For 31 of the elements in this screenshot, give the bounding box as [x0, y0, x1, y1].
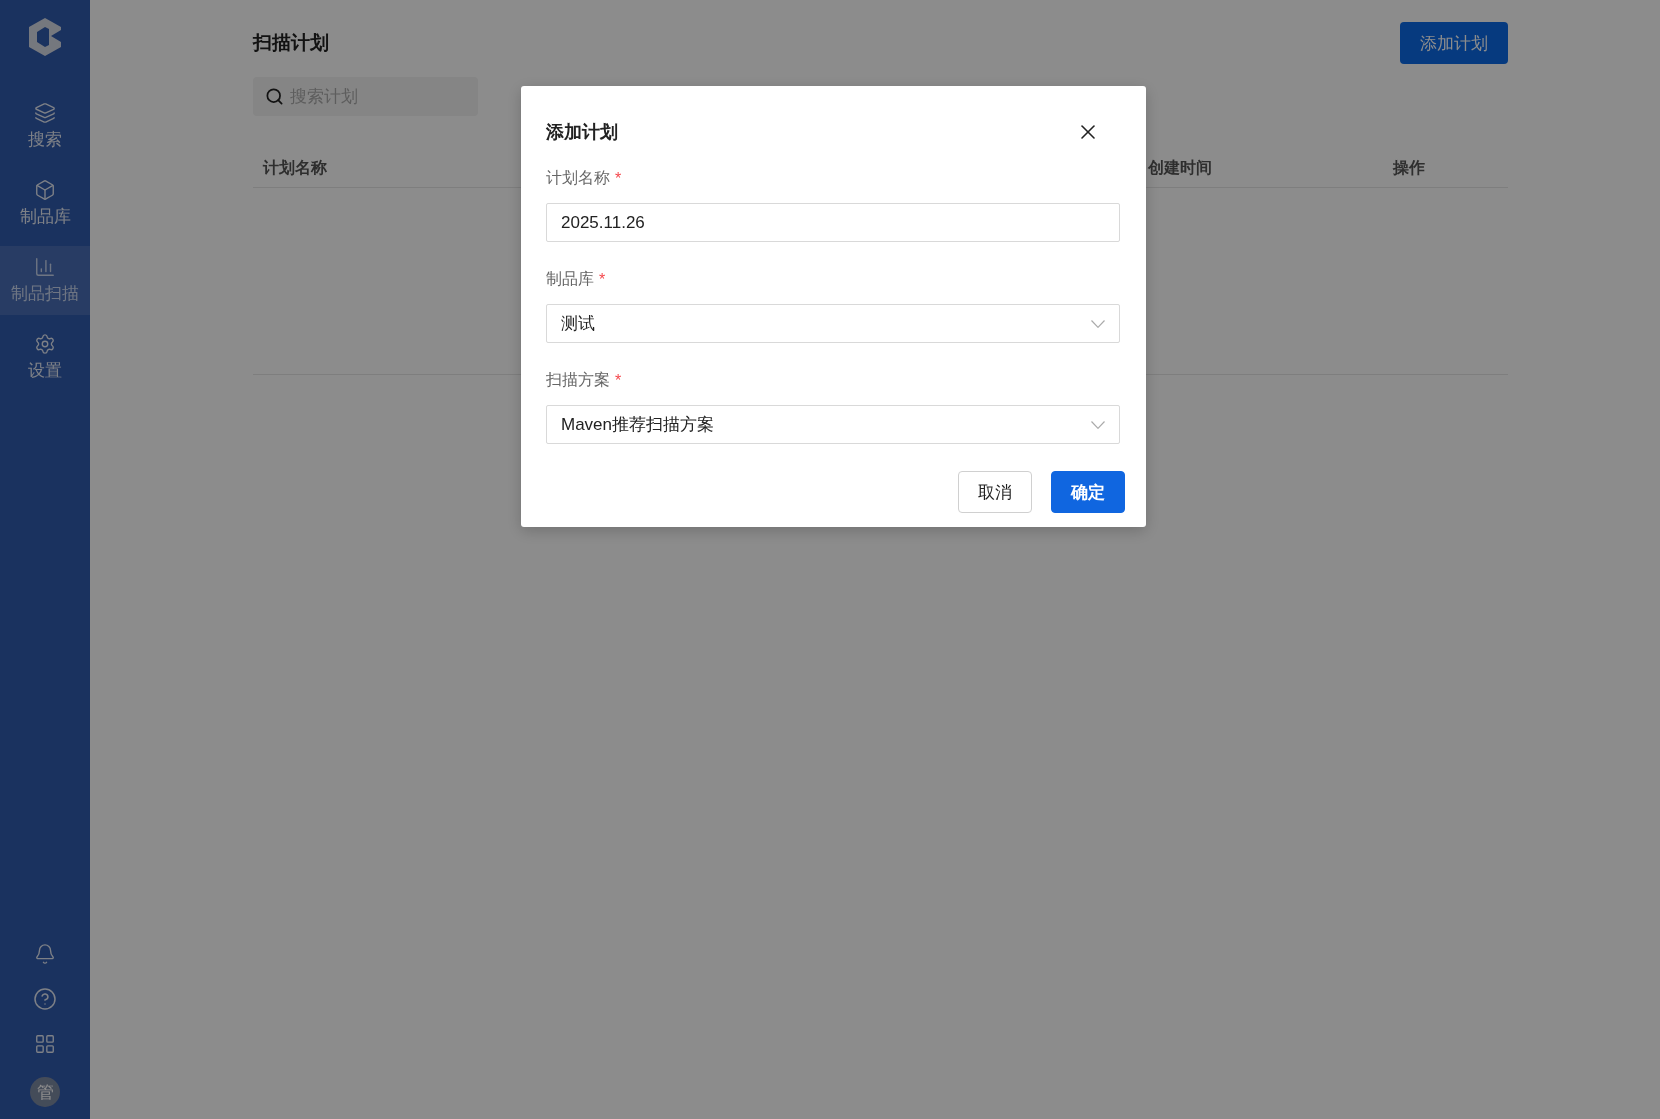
- bell-icon[interactable]: [34, 943, 56, 965]
- required-mark: *: [615, 371, 622, 390]
- nav-item[interactable]: 搜索: [0, 92, 90, 161]
- column-header: 创建时间: [1148, 157, 1212, 178]
- chevron-icon: [1091, 319, 1105, 328]
- field-label: 扫描方案: [546, 370, 610, 390]
- page-title: 扫描计划: [253, 31, 329, 55]
- search-icon: [265, 87, 284, 106]
- nav-icon: [34, 333, 56, 355]
- nav-icon: [34, 256, 56, 278]
- column-header: 计划名称: [263, 157, 327, 178]
- input-field[interactable]: 2025.11.26: [546, 203, 1120, 242]
- apps-icon[interactable]: [34, 1033, 56, 1055]
- column-header: 操作: [1393, 157, 1425, 178]
- nav-item[interactable]: 制品库: [0, 169, 90, 238]
- field-label: 计划名称: [546, 168, 610, 188]
- dialog-title: 添加计划: [546, 121, 618, 144]
- user-avatar[interactable]: 管: [30, 1077, 60, 1107]
- nav-icon: [34, 102, 56, 124]
- select-field[interactable]: Maven推荐扫描方案: [546, 405, 1120, 444]
- cancel-button[interactable]: 取消: [958, 471, 1032, 513]
- required-mark: *: [599, 270, 606, 289]
- help-icon[interactable]: [33, 987, 57, 1011]
- nav-icon: [34, 179, 56, 201]
- confirm-button[interactable]: 确定: [1051, 471, 1125, 513]
- field-label: 制品库: [546, 269, 594, 289]
- chevron-icon: [1091, 420, 1105, 429]
- required-mark: *: [615, 169, 622, 188]
- select-field[interactable]: 测试: [546, 304, 1120, 343]
- add-plan-button[interactable]: 添加计划: [1400, 22, 1508, 64]
- nav-item[interactable]: 设置: [0, 323, 90, 392]
